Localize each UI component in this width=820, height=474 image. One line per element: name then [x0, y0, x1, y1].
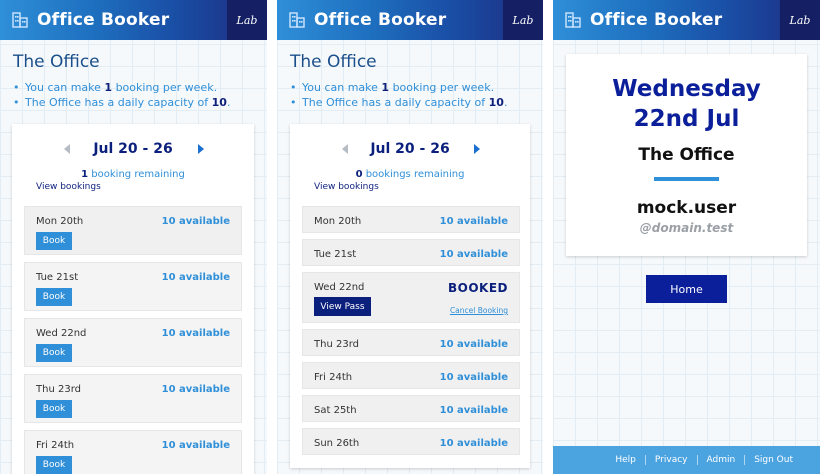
- app-title[interactable]: Office Booker: [314, 10, 446, 30]
- day-name: Mon 20th: [314, 216, 362, 227]
- rule-daily-capacity: The Office has a daily capacity of 10.: [13, 95, 230, 110]
- day-availability: 10 available: [439, 249, 508, 260]
- pass-weekday: Wednesday: [612, 76, 761, 102]
- book-button[interactable]: Book: [36, 344, 72, 362]
- day-name: Tue 21st: [36, 272, 79, 283]
- lab-logo: Lab: [503, 0, 543, 40]
- app-header: Office Booker Lab: [0, 0, 267, 40]
- day-name: Sat 25th: [314, 405, 357, 416]
- footer-link-help[interactable]: Help: [606, 455, 645, 465]
- bookings-remaining: 0 bookings remaining: [355, 169, 465, 180]
- booked-status: BOOKED: [447, 281, 508, 295]
- day-row: Thu 23rd 10 available: [302, 329, 520, 356]
- next-week-icon[interactable]: [198, 144, 204, 154]
- app-header: Office Booker Lab: [277, 0, 543, 40]
- book-button[interactable]: Book: [36, 456, 72, 474]
- day-name: Fri 24th: [314, 372, 353, 383]
- day-availability: 10 available: [161, 384, 230, 395]
- day-row: Mon 20th 10 available: [302, 206, 520, 233]
- day-name: Wed 22nd: [314, 282, 365, 293]
- building-icon: [289, 12, 305, 28]
- day-availability: 10 available: [439, 216, 508, 227]
- pass-user: mock.user: [636, 198, 737, 218]
- app-title[interactable]: Office Booker: [37, 10, 169, 30]
- day-row: Tue 21st 10 available: [302, 239, 520, 266]
- rule-weekly-limit: You can make 1 booking per week.: [13, 80, 230, 95]
- office-title: The Office: [290, 52, 377, 72]
- day-row: Mon 20th 10 available Book: [24, 206, 242, 255]
- office-title: The Office: [13, 52, 100, 72]
- bookings-remaining: 1 booking remaining: [81, 169, 185, 180]
- view-bookings-link[interactable]: View bookings: [36, 182, 101, 192]
- day-availability: 10 available: [439, 339, 508, 350]
- day-availability: 10 available: [161, 272, 230, 283]
- day-row: Thu 23rd 10 available Book: [24, 374, 242, 423]
- week-navigation: Jul 20 - 26: [290, 140, 530, 158]
- home-button[interactable]: Home: [646, 275, 727, 303]
- day-availability: 10 available: [161, 440, 230, 451]
- booking-rules: You can make 1 booking per week. The Off…: [290, 80, 507, 110]
- previous-week-icon[interactable]: [64, 144, 70, 154]
- day-name: Thu 23rd: [36, 384, 81, 395]
- day-name: Sun 26th: [314, 438, 360, 449]
- day-availability: 10 available: [161, 216, 230, 227]
- pass-domain: @domain.test: [639, 221, 734, 235]
- day-row: Sat 25th 10 available: [302, 395, 520, 422]
- week-range: Jul 20 - 26: [93, 141, 173, 157]
- week-navigation: Jul 20 - 26: [12, 140, 254, 158]
- day-availability: 10 available: [439, 372, 508, 383]
- lab-logo: Lab: [780, 0, 820, 40]
- day-row: Fri 24th 10 available Book: [24, 430, 242, 474]
- day-availability: 10 available: [439, 405, 508, 416]
- rule-daily-capacity: The Office has a daily capacity of 10.: [290, 95, 507, 110]
- day-availability: 10 available: [161, 328, 230, 339]
- app-header: Office Booker Lab: [553, 0, 820, 40]
- footer-link-sign-out[interactable]: Sign Out: [744, 455, 802, 465]
- day-name: Mon 20th: [36, 216, 84, 227]
- footer: Help Privacy Admin Sign Out: [553, 446, 820, 474]
- pass-office: The Office: [638, 145, 735, 165]
- day-row-booked: Wed 22nd BOOKED View Pass Cancel Booking: [302, 272, 520, 323]
- day-availability: 10 available: [439, 438, 508, 449]
- booking-rules: You can make 1 booking per week. The Off…: [13, 80, 230, 110]
- previous-week-icon[interactable]: [342, 144, 348, 154]
- day-name: Wed 22nd: [36, 328, 87, 339]
- footer-link-privacy[interactable]: Privacy: [644, 455, 697, 465]
- building-icon: [12, 12, 28, 28]
- building-icon: [565, 12, 581, 28]
- week-card: Jul 20 - 26 1 booking remaining View boo…: [12, 124, 254, 474]
- day-row: Wed 22nd 10 available Book: [24, 318, 242, 367]
- day-row: Fri 24th 10 available: [302, 362, 520, 389]
- book-button[interactable]: Book: [36, 400, 72, 418]
- lab-logo: Lab: [227, 0, 267, 40]
- book-button[interactable]: Book: [36, 232, 72, 250]
- cancel-booking-link[interactable]: Cancel Booking: [450, 306, 508, 315]
- booking-pass-card: Wednesday 22nd Jul The Office mock.user …: [566, 54, 807, 256]
- day-row: Tue 21st 10 available Book: [24, 262, 242, 311]
- view-pass-button[interactable]: View Pass: [314, 297, 371, 316]
- week-range: Jul 20 - 26: [370, 141, 450, 157]
- book-button[interactable]: Book: [36, 288, 72, 306]
- rule-weekly-limit: You can make 1 booking per week.: [290, 80, 507, 95]
- footer-link-admin[interactable]: Admin: [696, 455, 745, 465]
- screen-booking-list: Office Booker Lab The Office You can mak…: [0, 0, 267, 474]
- next-week-icon[interactable]: [474, 144, 480, 154]
- screen-booking-pass: Office Booker Lab Wednesday 22nd Jul The…: [553, 0, 820, 474]
- day-name: Tue 21st: [314, 249, 357, 260]
- view-bookings-link[interactable]: View bookings: [314, 182, 379, 192]
- day-name: Fri 24th: [36, 440, 75, 451]
- week-card: Jul 20 - 26 0 bookings remaining View bo…: [290, 124, 530, 468]
- pass-date: 22nd Jul: [633, 106, 740, 132]
- day-row: Sun 26th 10 available: [302, 428, 520, 455]
- screen-booked-list: Office Booker Lab The Office You can mak…: [277, 0, 543, 474]
- day-name: Thu 23rd: [314, 339, 359, 350]
- app-title[interactable]: Office Booker: [590, 10, 722, 30]
- pass-divider: [654, 177, 719, 181]
